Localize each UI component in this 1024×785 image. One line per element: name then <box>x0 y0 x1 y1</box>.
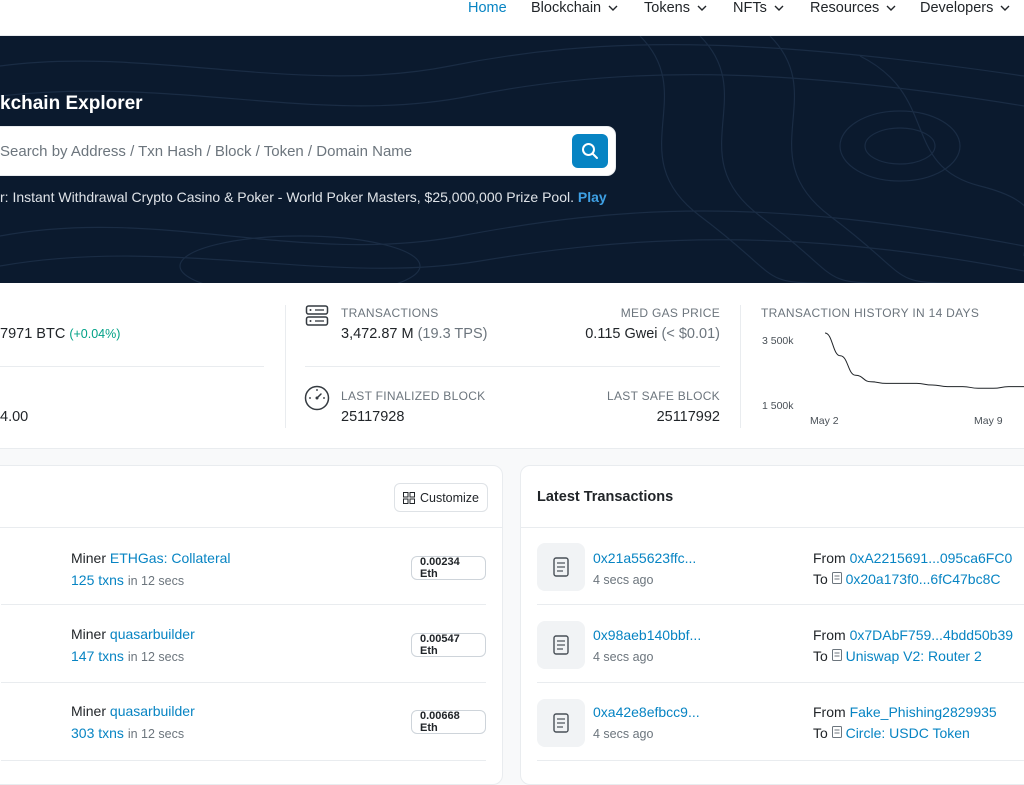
nav-nfts[interactable]: NFTs <box>733 0 785 16</box>
miner-link[interactable]: quasarbuilder <box>110 703 195 719</box>
chevron-down-icon <box>1000 5 1010 11</box>
x-tick-label: May 9 <box>974 415 1003 427</box>
nav-resources[interactable]: Resources <box>810 0 897 16</box>
nav-home[interactable]: Home <box>468 0 507 16</box>
chevron-down-icon <box>697 5 707 11</box>
sponsor-play-link[interactable]: Play <box>578 189 607 205</box>
miner-link[interactable]: quasarbuilder <box>110 626 195 642</box>
price-change: (+0.04%) <box>69 327 121 341</box>
transaction-icon-box <box>537 543 585 591</box>
nav-developers[interactable]: Developers <box>920 0 1011 16</box>
document-icon <box>553 557 569 577</box>
latest-blocks-card: Customize Miner ETHGas: Collateral 125 t… <box>0 465 503 785</box>
search-icon <box>582 143 598 159</box>
safe-block-label: LAST SAFE BLOCK <box>607 389 720 403</box>
search-bar <box>0 127 615 175</box>
transactions-stat: 3,472.87 M (19.3 TPS) <box>341 326 488 342</box>
to-address-link[interactable]: 0x20a173f0...6fC47bc8C <box>846 571 1001 587</box>
block-row: Miner quasarbuilder 303 txns in 12 secs … <box>1 684 486 761</box>
contract-icon <box>831 572 842 584</box>
txns-link[interactable]: 303 txns <box>71 725 124 741</box>
network-stats-panel: 7971 BTC (+0.04%) 4.00 TRANSACTIONS 3,47… <box>0 283 1024 449</box>
y-tick-label: 3 500k <box>762 335 794 347</box>
market-cap-value: 4.00 <box>0 409 29 425</box>
transaction-icon-box <box>537 699 585 747</box>
block-row: Miner quasarbuilder 147 txns in 12 secs … <box>1 606 486 683</box>
price-stat: 7971 BTC (+0.04%) <box>0 326 121 342</box>
latest-transactions-card: Latest Transactions 0x21a55623ffc... 4 s… <box>520 465 1024 785</box>
finalized-block-value[interactable]: 25117928 <box>341 409 404 425</box>
latest-transactions-title: Latest Transactions <box>537 489 674 505</box>
finalized-block-label: LAST FINALIZED BLOCK <box>341 389 486 403</box>
gas-price-link[interactable]: 0.115 Gwei <box>585 326 657 342</box>
transaction-icon-box <box>537 621 585 669</box>
contract-icon <box>831 726 842 738</box>
hero-banner: kchain Explorer r: Instant Withdrawal Cr… <box>0 36 1024 283</box>
chevron-down-icon <box>886 5 896 11</box>
from-address-link[interactable]: 0x7DAbF759...4bdd50b39 <box>850 627 1013 643</box>
transaction-row: 0xa42e8efbcc9... 4 secs ago From Fake_Ph… <box>537 684 1024 761</box>
y-tick-label: 1 500k <box>762 400 794 412</box>
grid-icon <box>402 491 415 504</box>
txns-link[interactable]: 125 txns <box>71 572 124 588</box>
to-address-link[interactable]: Uniswap V2: Router 2 <box>846 648 982 664</box>
transactions-label: TRANSACTIONS <box>341 306 439 320</box>
block-reward-badge: 0.00668 Eth <box>411 710 486 734</box>
search-input[interactable] <box>0 127 555 175</box>
x-tick-label: May 2 <box>810 415 839 427</box>
chevron-down-icon <box>774 5 784 11</box>
tx-age: 4 secs ago <box>593 573 654 587</box>
to-address-link[interactable]: Circle: USDC Token <box>846 725 970 741</box>
miner-link[interactable]: ETHGas: Collateral <box>110 550 231 566</box>
safe-block-value[interactable]: 25117992 <box>657 409 720 425</box>
page-title: kchain Explorer <box>0 93 143 114</box>
contract-icon <box>831 649 842 661</box>
block-reward-badge: 0.00234 Eth <box>411 556 486 580</box>
transaction-row: 0x98aeb140bbf... 4 secs ago From 0x7DAbF… <box>537 606 1024 683</box>
customize-button[interactable]: Customize <box>394 483 488 512</box>
txns-link[interactable]: 147 txns <box>71 648 124 664</box>
tx-history-chart[interactable]: 3 500k 1 500k May 2 May 9 <box>760 328 1024 433</box>
document-icon <box>553 635 569 655</box>
gas-price-label: MED GAS PRICE <box>620 306 720 320</box>
sponsored-banner: r: Instant Withdrawal Crypto Casino & Po… <box>0 189 607 205</box>
tx-hash-link[interactable]: 0x98aeb140bbf... <box>593 627 701 643</box>
gas-price-stat: 0.115 Gwei (< $0.01) <box>585 326 720 342</box>
transactions-value-link[interactable]: 3,472.87 M <box>341 326 414 342</box>
document-icon <box>553 713 569 733</box>
block-row: Miner ETHGas: Collateral 125 txns in 12 … <box>1 528 486 605</box>
nav-blockchain[interactable]: Blockchain <box>531 0 619 16</box>
tx-history-series-line <box>824 332 1024 389</box>
from-address-link[interactable]: 0xA2215691...095ca6FC0 <box>850 550 1013 566</box>
tx-hash-link[interactable]: 0xa42e8efbcc9... <box>593 704 700 720</box>
gauge-icon <box>304 385 330 411</box>
top-navigation: Home Blockchain Tokens NFTs Resources De… <box>0 0 1024 36</box>
transaction-row: 0x21a55623ffc... 4 secs ago From 0xA2215… <box>537 528 1024 605</box>
tx-history-title: TRANSACTION HISTORY IN 14 DAYS <box>761 306 980 320</box>
tx-age: 4 secs ago <box>593 650 654 664</box>
tx-age: 4 secs ago <box>593 727 654 741</box>
from-address-link[interactable]: Fake_Phishing2829935 <box>850 704 997 720</box>
server-icon <box>305 305 329 326</box>
nav-tokens[interactable]: Tokens <box>644 0 708 16</box>
search-button[interactable] <box>572 134 608 168</box>
tx-hash-link[interactable]: 0x21a55623ffc... <box>593 550 696 566</box>
block-reward-badge: 0.00547 Eth <box>411 633 486 657</box>
chevron-down-icon <box>608 5 618 11</box>
